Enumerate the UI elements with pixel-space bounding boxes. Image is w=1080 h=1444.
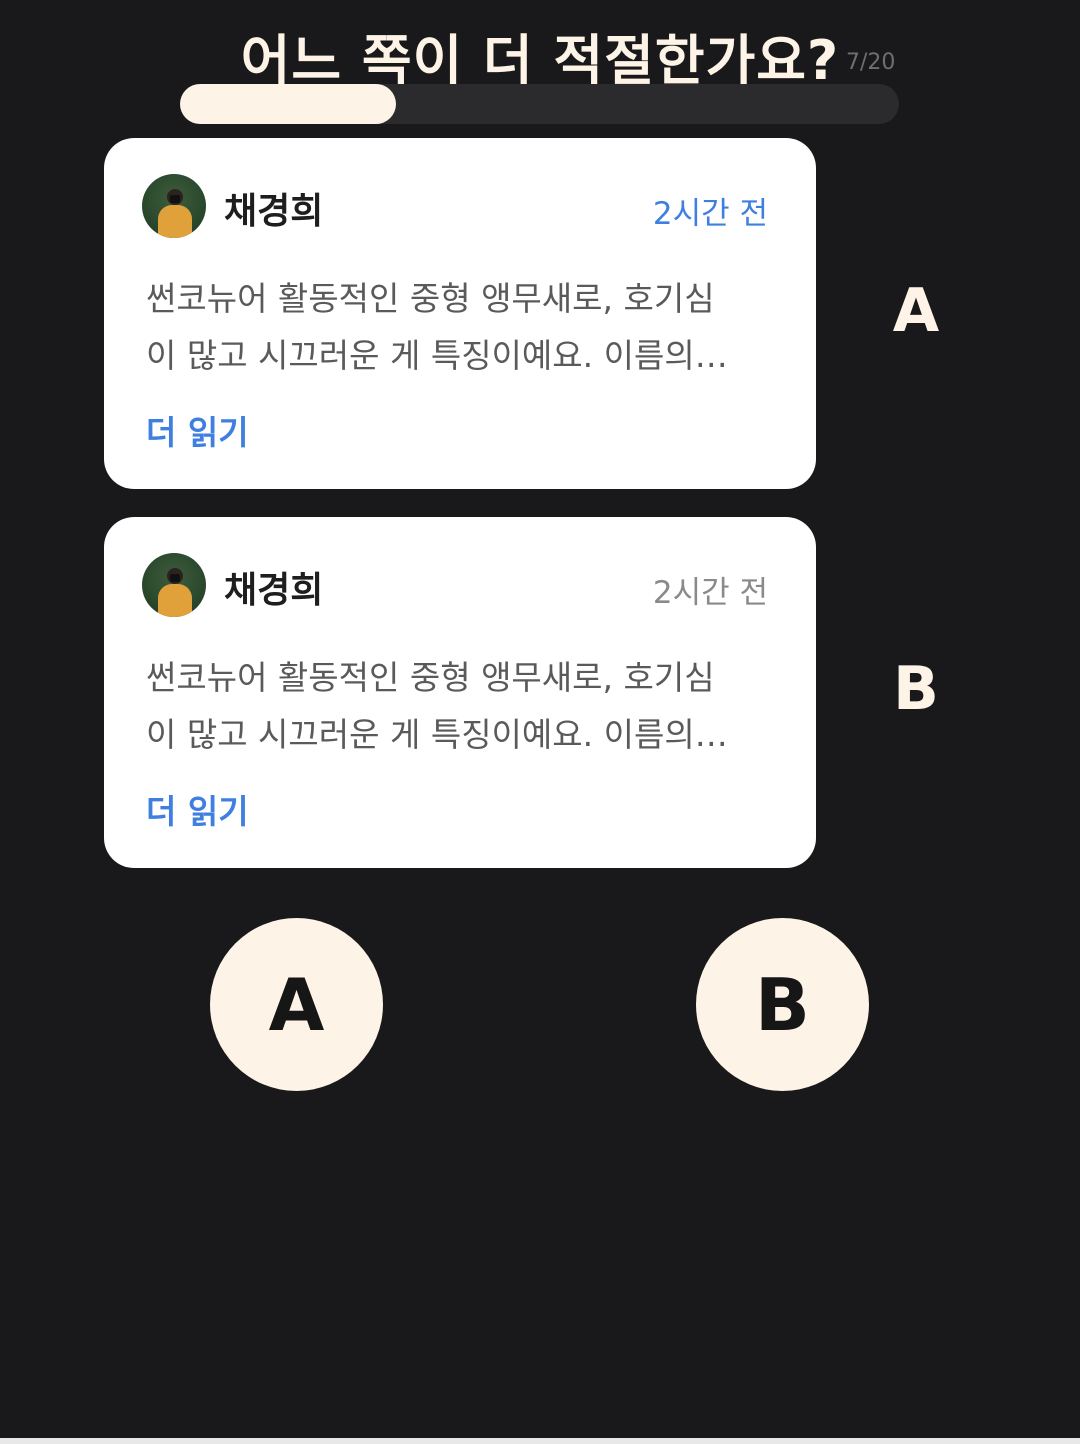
question-counter: 7/20 (846, 50, 896, 75)
post-time: 2시간 전 (652, 196, 768, 232)
option-card-b: 채경희 2시간 전 썬코뉴어 활동적인 중형 앵무새로, 호기심 이 많고 시끄… (104, 517, 816, 868)
post-time: 2시간 전 (652, 575, 768, 611)
avatar (142, 553, 206, 617)
side-label-b: B (893, 654, 939, 724)
post-body-line: 이 많고 시끄러운 게 특징이예요. 이름의… (146, 715, 728, 754)
bottom-edge (0, 1438, 1080, 1444)
post-body-line: 이 많고 시끄러운 게 특징이예요. 이름의… (146, 336, 728, 375)
author-name: 채경희 (224, 570, 324, 611)
side-label-a: A (892, 276, 940, 346)
read-more-link[interactable]: 더 읽기 (146, 785, 249, 833)
author-name: 채경희 (224, 191, 324, 232)
read-more-link[interactable]: 더 읽기 (146, 406, 249, 454)
progress-bar-fill (180, 84, 396, 124)
post-body: 썬코뉴어 활동적인 중형 앵무새로, 호기심 이 많고 시끄러운 게 특징이예요… (146, 270, 766, 384)
option-card-a: 채경희 2시간 전 썬코뉴어 활동적인 중형 앵무새로, 호기심 이 많고 시끄… (104, 138, 816, 489)
avatar (142, 174, 206, 238)
post-body-line: 썬코뉴어 활동적인 중형 앵무새로, 호기심 (146, 658, 715, 697)
post-body: 썬코뉴어 활동적인 중형 앵무새로, 호기심 이 많고 시끄러운 게 특징이예요… (146, 649, 766, 763)
choice-a-button[interactable]: A (210, 918, 383, 1091)
progress-bar (180, 84, 899, 124)
post-body-line: 썬코뉴어 활동적인 중형 앵무새로, 호기심 (146, 279, 715, 318)
choice-b-button[interactable]: B (696, 918, 869, 1091)
